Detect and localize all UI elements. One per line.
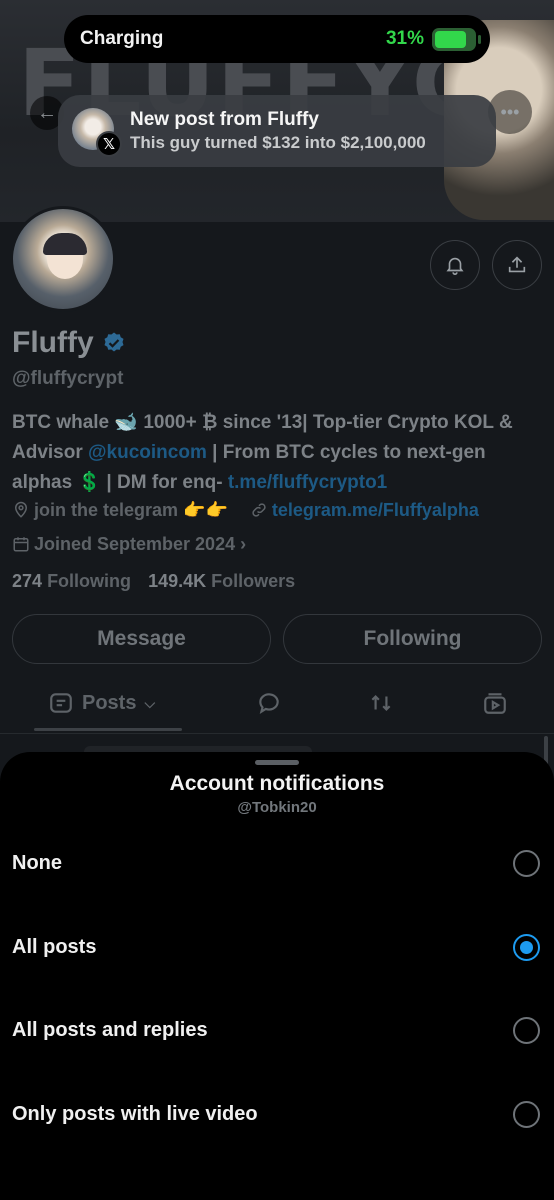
- sheet-title: Account notifications: [169, 772, 385, 795]
- reply-bubble-icon: [259, 693, 279, 715]
- option-label: None: [12, 852, 62, 874]
- profile-name-row: Fluffy: [12, 326, 126, 360]
- option-all-posts[interactable]: All posts: [0, 912, 554, 982]
- notification-body: This guy turned $132 into $2,100,000: [130, 133, 426, 152]
- push-notification[interactable]: 𝕏 New post from Fluffy This guy turned $…: [58, 95, 496, 167]
- battery-percent: 31%: [385, 28, 424, 49]
- followers-link[interactable]: 149.4K Followers: [148, 571, 295, 591]
- follow-counts: 274 Following 149.4K Followers: [12, 571, 295, 592]
- bio-mention-link[interactable]: @kucoincom: [88, 442, 207, 463]
- sheet-subtitle: @Tobkin20: [237, 799, 317, 816]
- radio-button[interactable]: [513, 934, 540, 961]
- repost-icon: [371, 694, 391, 712]
- profile-website[interactable]: telegram.me/Fluffyalpha: [250, 500, 479, 521]
- active-tab-indicator: [34, 728, 182, 731]
- tab-reposts[interactable]: [368, 690, 394, 716]
- notification-title: New post from Fluffy: [130, 109, 319, 130]
- bio-telegram-link[interactable]: t.me/fluffycrypto1: [228, 472, 387, 493]
- sheet-grabber[interactable]: [255, 760, 299, 765]
- status-bar: Charging 31%: [64, 15, 490, 63]
- radio-button[interactable]: [513, 1101, 540, 1128]
- profile-bio: BTC whale 🐋 1000+ ₿ since '13| Top-tier …: [12, 408, 547, 498]
- verified-badge-icon: [104, 332, 124, 352]
- charging-label: Charging: [80, 28, 164, 49]
- tab-posts[interactable]: Posts ⌵: [48, 690, 155, 716]
- radio-button[interactable]: [513, 850, 540, 877]
- following-link[interactable]: 274 Following: [12, 571, 131, 591]
- posts-icon: [50, 693, 72, 713]
- following-button[interactable]: Following: [283, 614, 542, 664]
- option-live-video[interactable]: Only posts with live video: [0, 1079, 554, 1149]
- battery-fill: [435, 30, 466, 48]
- profile-handle: @fluffycrypt: [12, 368, 124, 389]
- message-button[interactable]: Message: [12, 614, 271, 664]
- profile-joined[interactable]: Joined September 2024 ›: [12, 534, 246, 555]
- battery-icon: [432, 27, 481, 51]
- radio-button[interactable]: [513, 1017, 540, 1044]
- tab-media[interactable]: [482, 690, 508, 716]
- battery-indicator: 31%: [385, 27, 481, 51]
- profile-name: Fluffy: [12, 326, 94, 359]
- share-icon: [508, 256, 526, 273]
- option-label: Only posts with live video: [12, 1103, 258, 1125]
- profile-tabs: Posts ⌵: [0, 680, 554, 734]
- link-icon: [252, 503, 266, 517]
- chevron-right-icon: ›: [240, 534, 247, 554]
- option-label: All posts: [12, 936, 97, 958]
- option-none[interactable]: None: [0, 828, 554, 898]
- media-icon: [484, 693, 506, 714]
- account-notifications-sheet: Account notifications @Tobkin20 None All…: [0, 752, 554, 1200]
- chevron-down-icon: ⌵: [144, 694, 156, 711]
- share-button[interactable]: [492, 240, 542, 290]
- profile-meta-row: join the telegram 👉👉 telegram.me/Fluffya…: [12, 500, 479, 521]
- tab-replies[interactable]: [256, 690, 282, 716]
- option-label: All posts and replies: [12, 1019, 208, 1041]
- profile-avatar[interactable]: [10, 206, 116, 312]
- calendar-icon: [13, 537, 29, 552]
- option-all-posts-and-replies[interactable]: All posts and replies: [0, 995, 554, 1065]
- bell-icon: [446, 257, 464, 275]
- x-logo-icon: 𝕏: [96, 131, 122, 157]
- profile-location: join the telegram 👉👉: [12, 500, 228, 521]
- notification-bell-button[interactable]: [430, 240, 480, 290]
- location-pin-icon: [14, 501, 28, 518]
